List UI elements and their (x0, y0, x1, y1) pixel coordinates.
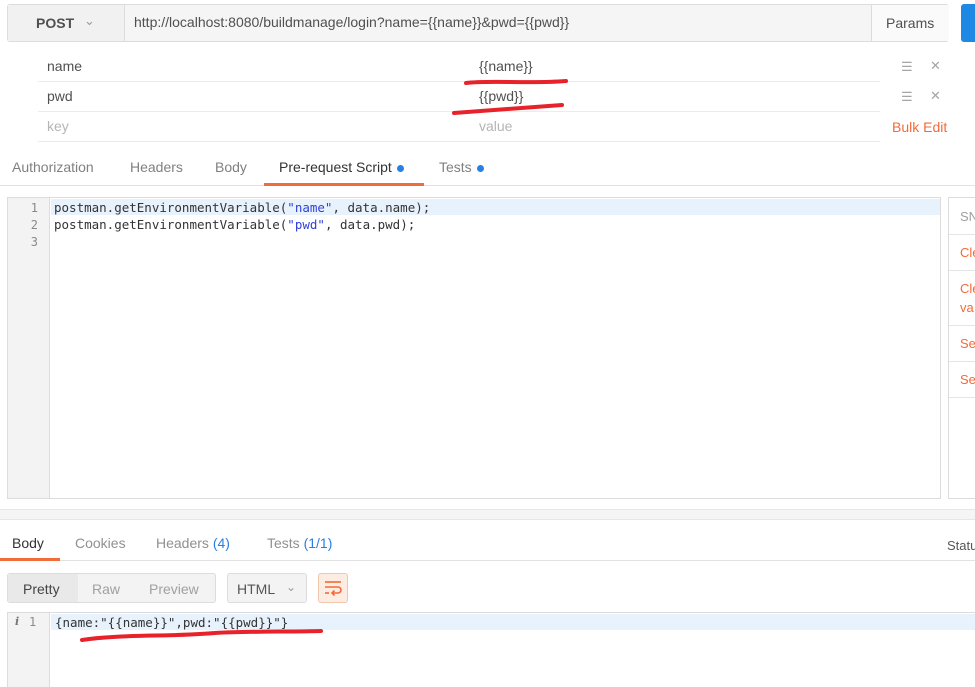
snippet-item[interactable]: Se (960, 372, 975, 387)
mode-preview[interactable]: Preview (149, 581, 199, 597)
line-number: 2 (30, 218, 38, 232)
divider (949, 270, 975, 271)
response-tab-body[interactable]: Body (12, 535, 44, 551)
bulk-edit-link[interactable]: Bulk Edit (892, 119, 947, 135)
info-icon: i (15, 615, 20, 628)
tab-tests-label: Tests (439, 159, 472, 175)
param-row-new: key value (38, 112, 880, 142)
snippets-panel: SN Cle Cle va Se Se (948, 197, 975, 499)
dot-icon (396, 164, 404, 172)
param-row: pwd {{pwd}} (38, 82, 880, 112)
line-gutter: i 1 (8, 613, 50, 687)
response-tab-tests-label: Tests (267, 535, 300, 551)
response-tab-tests[interactable]: Tests (1/1) (267, 535, 332, 551)
snippet-item[interactable]: Cle (960, 281, 975, 296)
params-button-label: Params (886, 15, 935, 31)
code-line: postman.getEnvironmentVariable("pwd", da… (54, 217, 415, 232)
method-label: POST (36, 15, 75, 31)
close-icon[interactable]: ✕ (930, 58, 941, 74)
code-text: postman.getEnvironmentVariable( (54, 217, 288, 232)
response-tab-headers-label: Headers (156, 535, 209, 551)
code-text: , data.pwd); (324, 217, 416, 232)
response-body[interactable]: i 1 {name:"{{name}}",pwd:"{{pwd}}"} (7, 612, 975, 687)
active-response-tab-indicator (0, 558, 60, 561)
response-tab-cookies[interactable]: Cookies (75, 535, 126, 551)
snippet-item[interactable]: Cle (960, 245, 975, 260)
active-tab-indicator (264, 183, 424, 186)
divider (949, 325, 975, 326)
dot-icon (476, 164, 484, 172)
param-key-placeholder[interactable]: key (47, 118, 69, 134)
divider (949, 234, 975, 235)
url-bar: POST ⌄ http://localhost:8080/buildmanage… (7, 4, 949, 42)
snippet-item[interactable]: Se (960, 336, 975, 351)
status-label: Statu (947, 538, 975, 553)
param-value-input[interactable]: {{pwd}} (479, 88, 523, 104)
url-input[interactable]: http://localhost:8080/buildmanage/login?… (134, 14, 569, 30)
script-editor[interactable]: 1 2 3 postman.getEnvironmentVariable("na… (7, 197, 941, 499)
mode-pretty[interactable]: Pretty (23, 581, 60, 597)
response-tabs: Body Cookies Headers (4) Tests (1/1) Sta… (0, 520, 975, 561)
request-tabs: Authorization Headers Body Pre-request S… (0, 151, 975, 186)
param-key-input[interactable]: name (47, 58, 82, 74)
send-button[interactable] (961, 4, 975, 42)
tab-tests[interactable]: Tests (439, 159, 484, 175)
method-select[interactable]: POST ⌄ (8, 5, 125, 41)
param-key-input[interactable]: pwd (47, 88, 73, 104)
params-button[interactable]: Params (871, 5, 949, 41)
snippet-item-cont[interactable]: va (960, 300, 974, 315)
hamburger-icon[interactable]: ☰ (901, 59, 913, 75)
hamburger-icon[interactable]: ☰ (901, 89, 913, 105)
pane-divider[interactable] (0, 509, 975, 520)
format-select[interactable]: HTML ⌄ (227, 573, 307, 603)
param-value-placeholder[interactable]: value (479, 118, 512, 134)
line-number: 3 (30, 235, 38, 249)
code-text: postman.getEnvironmentVariable( (54, 200, 288, 215)
response-tab-headers[interactable]: Headers (4) (156, 535, 230, 551)
chevron-down-icon: ⌄ (286, 580, 297, 594)
mode-raw[interactable]: Raw (92, 581, 120, 597)
divider (949, 397, 975, 398)
line-number: 1 (30, 201, 38, 215)
tab-body[interactable]: Body (215, 159, 247, 175)
param-row: name {{name}} (38, 52, 880, 82)
line-gutter: 1 2 3 (8, 198, 50, 498)
view-mode-toggle: Pretty Raw Preview (7, 573, 216, 603)
tests-count: (1/1) (303, 535, 333, 551)
chevron-down-icon: ⌄ (84, 13, 95, 28)
code-string: "name" (287, 200, 333, 215)
divider (949, 361, 975, 362)
tab-authorization[interactable]: Authorization (12, 159, 94, 175)
tab-pre-request-script[interactable]: Pre-request Script (279, 159, 404, 175)
wrap-icon (325, 581, 342, 597)
tab-pre-request-script-label: Pre-request Script (279, 159, 392, 175)
code-line: postman.getEnvironmentVariable("name", d… (54, 200, 430, 215)
wrap-lines-button[interactable] (318, 573, 348, 603)
tab-headers[interactable]: Headers (130, 159, 183, 175)
headers-count: (4) (212, 535, 230, 551)
line-number: 1 (29, 615, 37, 629)
snippets-title: SN (960, 209, 975, 224)
format-label: HTML (237, 581, 276, 597)
param-value-input[interactable]: {{name}} (479, 58, 533, 74)
response-line: {name:"{{name}}",pwd:"{{pwd}}"} (55, 615, 289, 630)
code-string: "pwd" (287, 217, 325, 232)
close-icon[interactable]: ✕ (930, 88, 941, 104)
code-text: , data.name); (332, 200, 431, 215)
